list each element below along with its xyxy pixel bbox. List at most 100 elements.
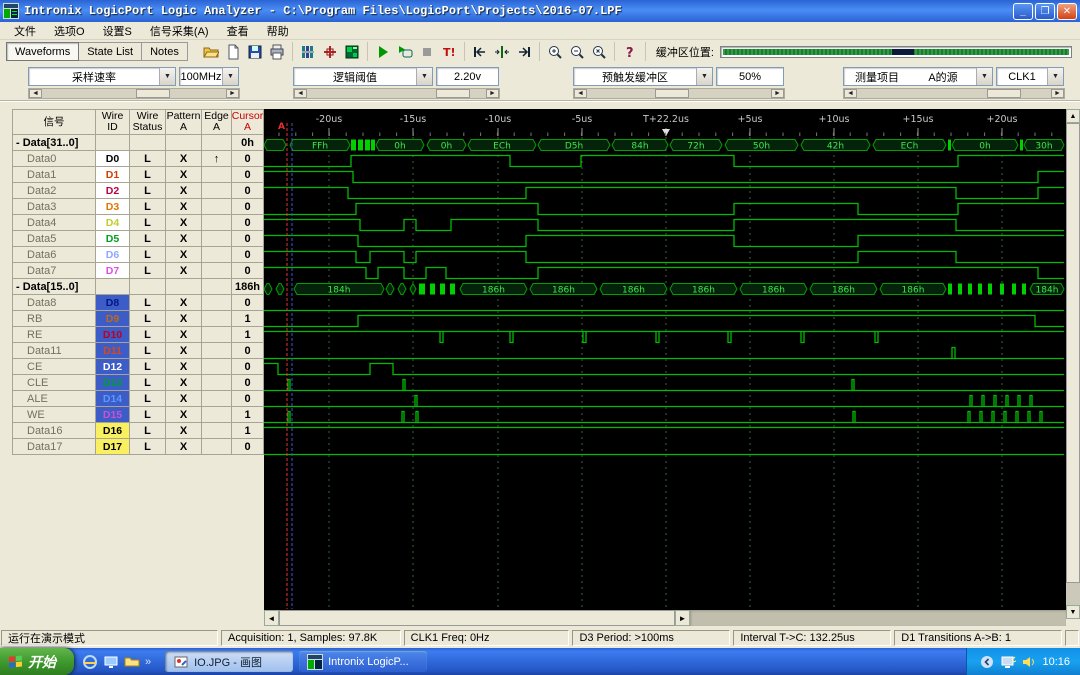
signal-name[interactable]: Data3: [12, 199, 96, 215]
edge-a[interactable]: [202, 279, 232, 295]
signal-name[interactable]: Data11: [12, 343, 96, 359]
zoom-in-button[interactable]: [545, 42, 565, 61]
restore-button[interactable]: ❐: [1035, 2, 1055, 20]
waveform-hscrollbar[interactable]: ◄ ►: [264, 610, 1066, 626]
pretrigger-buffer-slider[interactable]: ◄ ►: [573, 88, 785, 99]
pattern-a[interactable]: X: [166, 327, 202, 343]
menu-item-设置S[interactable]: 设置S: [95, 22, 140, 40]
slider-left-arrow[interactable]: ◄: [574, 89, 587, 98]
pattern-a[interactable]: [166, 135, 202, 151]
signal-name[interactable]: Data1: [12, 167, 96, 183]
wire-status[interactable]: L: [130, 343, 166, 359]
pattern-a[interactable]: X: [166, 295, 202, 311]
slider-thumb[interactable]: [436, 89, 471, 98]
pattern-a[interactable]: X: [166, 391, 202, 407]
menu-item-选项O[interactable]: 选项O: [46, 22, 93, 40]
wire-status[interactable]: L: [130, 407, 166, 423]
single-acquisition-button[interactable]: [395, 42, 415, 61]
edge-a[interactable]: [202, 327, 232, 343]
edge-a[interactable]: [202, 183, 232, 199]
logic-threshold-slider[interactable]: ◄ ►: [293, 88, 500, 99]
goto-end-button[interactable]: [514, 42, 534, 61]
pattern-a[interactable]: X: [166, 183, 202, 199]
measurement-slider[interactable]: ◄ ►: [843, 88, 1065, 99]
signal-name[interactable]: - Data[15..0]: [12, 279, 96, 295]
help-button[interactable]: ?: [620, 42, 640, 61]
signal-name[interactable]: Data2: [12, 183, 96, 199]
slider-left-arrow[interactable]: ◄: [844, 89, 857, 98]
wire-id[interactable]: D5: [96, 231, 130, 247]
hscroll-thumb[interactable]: [279, 610, 675, 626]
new-file-button[interactable]: [223, 42, 243, 61]
tab-state-list[interactable]: State List: [79, 42, 143, 61]
wire-status[interactable]: L: [130, 151, 166, 167]
hscroll-track[interactable]: [690, 610, 1066, 626]
pattern-a[interactable]: X: [166, 439, 202, 455]
titlebar[interactable]: Intronix LogicPort Logic Analyzer - C:\P…: [0, 0, 1080, 22]
edge-a[interactable]: [202, 343, 232, 359]
wire-status[interactable]: L: [130, 231, 166, 247]
signal-name[interactable]: Data17: [12, 439, 96, 455]
wire-id[interactable]: D10: [96, 327, 130, 343]
goto-start-button[interactable]: [470, 42, 490, 61]
edge-a[interactable]: [202, 247, 232, 263]
waveform-vscrollbar[interactable]: ▲ ▼: [1066, 109, 1080, 619]
wire-status[interactable]: L: [130, 247, 166, 263]
wire-id[interactable]: D9: [96, 311, 130, 327]
tab-notes[interactable]: Notes: [142, 42, 188, 61]
slider-right-arrow[interactable]: ►: [771, 89, 784, 98]
edge-a[interactable]: [202, 311, 232, 327]
measurement-select[interactable]: 测量项目 A的源 ▼: [843, 67, 993, 86]
column-header-Pattern[interactable]: Pattern A: [166, 109, 202, 135]
pattern-a[interactable]: X: [166, 247, 202, 263]
hscroll-right-arrow[interactable]: ►: [675, 610, 690, 626]
wire-status[interactable]: [130, 135, 166, 151]
desktop-icon[interactable]: [103, 654, 119, 670]
wire-status[interactable]: L: [130, 375, 166, 391]
pattern-a[interactable]: X: [166, 343, 202, 359]
slider-right-arrow[interactable]: ►: [1051, 89, 1064, 98]
column-header-信号[interactable]: 信号: [12, 109, 96, 135]
menu-item-文件[interactable]: 文件: [6, 22, 44, 40]
pretrigger-buffer-select[interactable]: 预触发缓冲区 ▼: [573, 67, 713, 86]
wire-id[interactable]: D0: [96, 151, 130, 167]
open-file-button[interactable]: [201, 42, 221, 61]
vscroll-down-arrow[interactable]: ▼: [1066, 605, 1080, 619]
slider-thumb[interactable]: [986, 89, 1021, 98]
wire-status[interactable]: L: [130, 199, 166, 215]
signal-name[interactable]: ALE: [12, 391, 96, 407]
slider-thumb[interactable]: [655, 89, 690, 98]
wire-id[interactable]: D7: [96, 263, 130, 279]
trigger-setup-button[interactable]: [320, 42, 340, 61]
pattern-a[interactable]: X: [166, 423, 202, 439]
wire-status[interactable]: L: [130, 327, 166, 343]
folder-icon[interactable]: [124, 654, 140, 670]
edge-a[interactable]: [202, 263, 232, 279]
edge-a[interactable]: [202, 295, 232, 311]
column-header-Edge[interactable]: Edge A: [202, 109, 232, 135]
wire-status[interactable]: L: [130, 311, 166, 327]
pattern-a[interactable]: X: [166, 311, 202, 327]
logic-threshold-value[interactable]: 2.20v: [436, 67, 499, 86]
chevron-down-icon[interactable]: ▼: [159, 68, 175, 85]
wire-id[interactable]: D11: [96, 343, 130, 359]
wire-id[interactable]: D13: [96, 375, 130, 391]
sample-rate-slider[interactable]: ◄ ►: [28, 88, 240, 99]
chevron-down-icon[interactable]: ▼: [416, 68, 432, 85]
buffer-position-bar[interactable]: [719, 45, 1072, 58]
minimize-button[interactable]: _: [1013, 2, 1033, 20]
signal-name[interactable]: Data5: [12, 231, 96, 247]
edge-a[interactable]: [202, 407, 232, 423]
chevron-down-icon[interactable]: ▼: [1047, 68, 1063, 85]
close-button[interactable]: ✕: [1057, 2, 1077, 20]
column-header-Cursor[interactable]: Cursor A: [232, 109, 264, 135]
chevron-down-icon[interactable]: ▼: [696, 68, 712, 85]
pattern-a[interactable]: X: [166, 263, 202, 279]
pattern-a[interactable]: [166, 279, 202, 295]
edge-a[interactable]: ↑: [202, 151, 232, 167]
waveform-canvas[interactable]: -20us -15us -10us -5us T+22.2us +5us +10us +15u…: [264, 109, 1066, 609]
column-header-Wire[interactable]: Wire ID: [96, 109, 130, 135]
wire-status[interactable]: L: [130, 295, 166, 311]
pattern-a[interactable]: X: [166, 375, 202, 391]
edge-a[interactable]: [202, 231, 232, 247]
